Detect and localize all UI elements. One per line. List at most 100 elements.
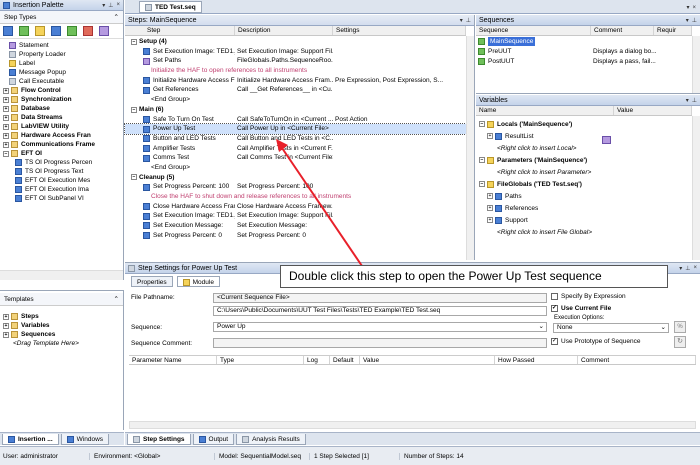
table-row[interactable]: Close Hardware Access Fram...Close Hardw… bbox=[125, 202, 466, 212]
sequence-row[interactable]: PreUUT Displays a dialog bo... bbox=[476, 46, 692, 56]
step-comment[interactable]: Close the HAF to shut down and release r… bbox=[125, 192, 466, 202]
collapse-icon[interactable]: − bbox=[479, 157, 485, 163]
close-icon[interactable]: × bbox=[693, 265, 697, 271]
table-row[interactable]: <End Group> bbox=[125, 95, 466, 105]
dropdown-arrow-icon[interactable]: ▾ bbox=[686, 97, 689, 104]
col-step[interactable]: Step bbox=[125, 26, 235, 35]
col-description[interactable]: Description bbox=[235, 26, 333, 35]
variable-row[interactable]: <Right click to insert File Global> bbox=[476, 226, 692, 238]
pin-icon[interactable]: ⊥ bbox=[108, 2, 113, 9]
variable-row[interactable]: − Locals ('MainSequence') bbox=[476, 118, 692, 130]
table-row[interactable]: Initialize Hardware Access Fr... Initiali… bbox=[125, 76, 466, 86]
expand-icon[interactable]: + bbox=[487, 205, 493, 211]
palette-item[interactable]: Call Executable bbox=[0, 77, 123, 86]
palette-item[interactable]: Label bbox=[0, 59, 123, 68]
string-test-icon[interactable] bbox=[83, 26, 93, 36]
sequence-call-icon[interactable] bbox=[99, 26, 109, 36]
step-comment[interactable]: Initialize the HAF to open references to… bbox=[125, 66, 466, 76]
collapse-icon[interactable]: − bbox=[131, 106, 137, 113]
refresh-icon[interactable]: ↻ bbox=[674, 336, 686, 348]
table-row[interactable]: Get References Call __Get References__ in… bbox=[125, 85, 466, 95]
sequence-row[interactable]: PostUUT Displays a pass, fail... bbox=[476, 56, 692, 66]
col-parameter-name[interactable]: Parameter Name bbox=[129, 356, 217, 364]
palette-item[interactable]: + Database bbox=[0, 104, 123, 113]
expand-icon[interactable]: + bbox=[3, 114, 9, 121]
execution-options-select[interactable]: None ⌄ bbox=[553, 323, 669, 333]
expand-icon[interactable]: + bbox=[3, 141, 9, 148]
col-sequence[interactable]: Sequence bbox=[476, 26, 591, 35]
col-requirements[interactable]: Requir bbox=[654, 26, 692, 35]
palette-item[interactable]: TS OI Progress Text bbox=[0, 167, 123, 176]
step-group[interactable]: − Setup (4) bbox=[125, 37, 466, 47]
col-name[interactable]: Name bbox=[476, 106, 614, 115]
variable-row[interactable]: + References bbox=[476, 202, 692, 214]
variable-row[interactable]: − Parameters ('MainSequence') bbox=[476, 154, 692, 166]
table-row[interactable]: <End Group> bbox=[125, 163, 466, 173]
pin-icon[interactable]: ⊥ bbox=[692, 97, 697, 104]
action-step-icon[interactable] bbox=[3, 26, 13, 36]
variable-row[interactable]: − FileGlobals ('TED Test.seq') bbox=[476, 178, 692, 190]
chevron-down-icon[interactable]: ⌄ bbox=[539, 323, 544, 331]
col-value[interactable]: Value bbox=[360, 356, 495, 364]
step-group[interactable]: − Cleanup (5) bbox=[125, 173, 466, 183]
table-row[interactable]: Set Execution Image: TED1.jpg Set Executi… bbox=[125, 47, 466, 57]
expand-icon[interactable]: + bbox=[3, 123, 9, 130]
table-row[interactable]: Comms Test Call Comms Test in <Current Fi… bbox=[125, 153, 466, 163]
parameters-hscroll[interactable] bbox=[129, 421, 696, 429]
step-group[interactable]: − Main (6) bbox=[125, 105, 466, 115]
palette-hscroll[interactable] bbox=[0, 270, 123, 280]
col-log[interactable]: Log bbox=[304, 356, 330, 364]
table-row[interactable]: Set Progress Percent: 100 Set Progress Pe… bbox=[125, 182, 466, 192]
expand-icon[interactable]: + bbox=[3, 105, 9, 112]
use-current-file-checkbox[interactable]: ✓ Use Current File bbox=[551, 305, 611, 312]
tab-analysis-results[interactable]: Analysis Results bbox=[236, 434, 306, 445]
variable-row[interactable]: + Support bbox=[476, 214, 692, 226]
col-how-passed[interactable]: How Passed bbox=[495, 356, 578, 364]
use-prototype-checkbox[interactable]: ✓ Use Prototype of Sequence bbox=[551, 338, 641, 345]
palette-item[interactable]: + Flow Control bbox=[0, 86, 123, 95]
palette-item[interactable]: TS OI Progress Percen bbox=[0, 158, 123, 167]
variable-row[interactable]: <Right click to insert Local> bbox=[476, 142, 692, 154]
specify-by-expression-checkbox[interactable]: Specify By Expression bbox=[551, 293, 626, 300]
palette-item[interactable]: Property Loader bbox=[0, 50, 123, 59]
steps-vscroll[interactable] bbox=[466, 36, 474, 260]
variables-vscroll[interactable] bbox=[692, 116, 700, 260]
close-icon[interactable]: × bbox=[116, 2, 120, 8]
tab-properties[interactable]: Properties bbox=[131, 276, 173, 287]
variable-row[interactable]: + ResultList bbox=[476, 130, 692, 142]
col-comment[interactable]: Comment bbox=[591, 26, 654, 35]
sequences-vscroll[interactable] bbox=[692, 36, 700, 93]
multi-numeric-icon[interactable] bbox=[67, 26, 77, 36]
collapse-icon[interactable]: ⌃ bbox=[114, 13, 119, 21]
pin-icon[interactable]: ⊥ bbox=[685, 265, 690, 272]
variable-row[interactable]: <Right click to insert Parameter> bbox=[476, 166, 692, 178]
palette-item[interactable]: Message Popup bbox=[0, 68, 123, 77]
expand-icon[interactable]: + bbox=[487, 217, 493, 223]
dropdown-arrow-icon[interactable]: ▾ bbox=[102, 2, 105, 9]
collapse-icon[interactable]: − bbox=[479, 181, 485, 187]
collapse-icon[interactable]: − bbox=[131, 38, 137, 45]
table-row[interactable]: Set Progress Percent: 0 Set Progress Perc… bbox=[125, 231, 466, 241]
step-types-dropdown[interactable]: Step Types ⌃ bbox=[0, 11, 123, 24]
dropdown-arrow-icon[interactable]: ▾ bbox=[460, 17, 463, 24]
col-settings[interactable]: Settings bbox=[333, 26, 466, 35]
palette-item[interactable]: + Communications Frame bbox=[0, 140, 123, 149]
sequence-select[interactable]: Power Up ⌄ bbox=[213, 322, 547, 332]
expand-icon[interactable]: + bbox=[3, 132, 9, 139]
tab-module[interactable]: Module bbox=[176, 276, 220, 287]
palette-item[interactable]: + Data Streams bbox=[0, 113, 123, 122]
table-row[interactable]: Set Execution Message: Set Execution Mess… bbox=[125, 221, 466, 231]
palette-item[interactable]: − EFT OI bbox=[0, 149, 123, 158]
palette-item[interactable]: + LabVIEW Utility bbox=[0, 122, 123, 131]
col-default[interactable]: Default bbox=[330, 356, 360, 364]
tab-windows[interactable]: Windows bbox=[60, 434, 110, 445]
file-pathname-field[interactable]: <Current Sequence File> bbox=[213, 293, 547, 303]
collapse-icon[interactable]: − bbox=[131, 174, 137, 181]
tab-step-settings[interactable]: Step Settings bbox=[127, 434, 191, 445]
table-row[interactable]: Amplifier Tests Call Amplifier Tests in <… bbox=[125, 144, 466, 154]
test-step-icon[interactable] bbox=[19, 26, 29, 36]
palette-item[interactable]: EFT OI Execution Ima bbox=[0, 185, 123, 194]
pin-icon[interactable]: ⊥ bbox=[692, 17, 697, 24]
expand-icon[interactable]: + bbox=[487, 133, 493, 139]
template-item-steps[interactable]: + Steps bbox=[3, 312, 123, 321]
